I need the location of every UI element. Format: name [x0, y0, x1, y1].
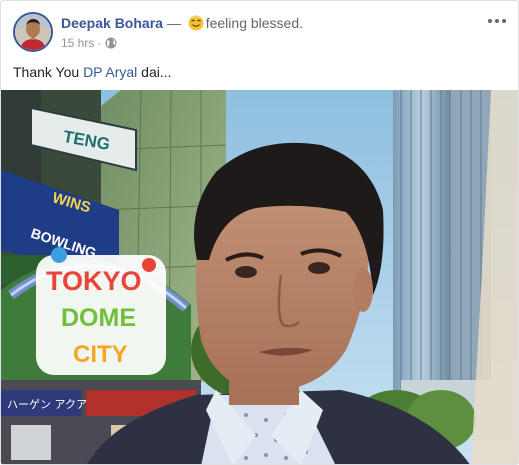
feeling-emoji-icon — [188, 15, 204, 31]
feeling-activity[interactable]: feeling blessed. — [206, 15, 303, 31]
caption-text-end: dai... — [137, 64, 172, 80]
storefront-sign-text: ハーゲン アクア — [7, 398, 87, 411]
logo-tokyo-text: TOKYO — [46, 266, 142, 296]
more-dot — [502, 19, 506, 23]
post-title-line: Deepak Bohara — feeling blessed. — [61, 14, 461, 32]
post-header: Deepak Bohara — feeling blessed. 15 hrs — [13, 11, 508, 55]
globe-icon[interactable] — [105, 37, 117, 49]
more-options-icon[interactable] — [486, 11, 508, 31]
post-caption: Thank You DP Aryal dai... — [13, 63, 172, 82]
logo-dome-text: DOME — [61, 304, 136, 332]
meta-dot: · — [97, 36, 102, 50]
post-photo[interactable]: TENG WINS BOWLING TOKYO DOME CITY ハーゲン ア… — [1, 90, 518, 464]
title-separator: — — [166, 15, 181, 31]
post-timestamp[interactable]: 15 hrs — [61, 35, 94, 51]
tall-tower — [393, 90, 491, 410]
author-avatar[interactable] — [13, 12, 53, 52]
author-name-link[interactable]: Deepak Bohara — [61, 15, 163, 31]
post-meta: Deepak Bohara — feeling blessed. 15 hrs — [61, 14, 461, 51]
caption-text: Thank You — [13, 64, 84, 80]
logo-city-text: CITY — [73, 341, 128, 368]
more-dot — [495, 19, 499, 23]
mention-link[interactable]: DP Aryal — [83, 64, 137, 80]
more-dot — [488, 19, 492, 23]
post-subline: 15 hrs · — [61, 35, 461, 51]
feed-post: Deepak Bohara — feeling blessed. 15 hrs — [0, 0, 519, 465]
